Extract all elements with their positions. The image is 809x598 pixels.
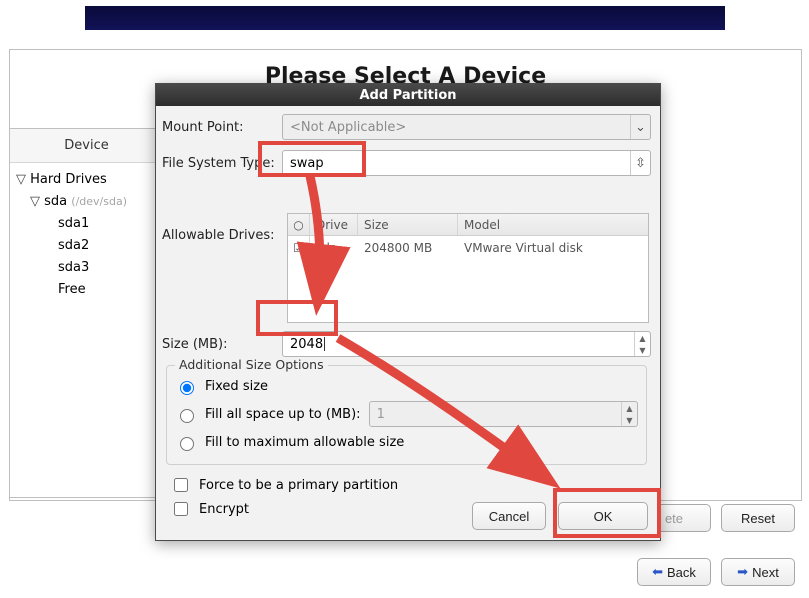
radio-fill-max[interactable]	[180, 437, 194, 451]
tree-root[interactable]: ▽ Hard Drives	[14, 169, 159, 191]
tree-label: sda	[44, 194, 67, 209]
col-drive: Drive	[310, 214, 358, 235]
text-caret	[324, 337, 325, 351]
dropdown-value: swap	[290, 156, 324, 171]
add-partition-dialog: Add Partition Mount Point: <Not Applicab…	[155, 83, 661, 541]
tree-devpath: (/dev/sda)	[71, 195, 127, 208]
mount-point-dropdown[interactable]: <Not Applicable> ⌄	[282, 114, 651, 140]
drives-header: ○ Drive Size Model	[288, 214, 648, 236]
device-tree: Device ▽ Hard Drives ▽ sda (/dev/sda) sd…	[9, 128, 164, 498]
tree-label: sda2	[58, 238, 89, 253]
size-options-fieldset: Additional Size Options Fixed size Fill …	[166, 365, 647, 465]
force-primary-option[interactable]: Force to be a primary partition	[162, 473, 651, 497]
tree-label: sda1	[58, 216, 89, 231]
checkbox-label: Force to be a primary partition	[199, 478, 398, 493]
radio-label: Fill to maximum allowable size	[205, 435, 404, 450]
chevron-down-icon: ⌄	[630, 115, 650, 139]
tree-disk[interactable]: ▽ sda (/dev/sda)	[14, 191, 159, 213]
tree-part[interactable]: sda2	[14, 235, 159, 257]
size-input[interactable]: 2048 ▲▼	[282, 331, 651, 357]
ok-button[interactable]: OK	[558, 502, 648, 530]
col-size: Size	[358, 214, 458, 235]
tree-part[interactable]: sda3	[14, 257, 159, 279]
fieldset-legend: Additional Size Options	[175, 357, 328, 372]
fs-type-dropdown[interactable]: swap ⇳	[282, 150, 651, 176]
radio-label: Fill all space up to (MB):	[205, 407, 361, 422]
size-option-fill-max[interactable]: Fill to maximum allowable size	[175, 428, 638, 456]
size-option-fill-upto[interactable]: Fill all space up to (MB): 1 ▲▼	[175, 400, 638, 428]
cancel-button[interactable]: Cancel	[472, 502, 546, 530]
chevron-down-icon: ▽	[16, 171, 26, 189]
tree-part[interactable]: sda1	[14, 213, 159, 235]
tree-label: Free	[58, 282, 86, 297]
reset-button[interactable]: Reset	[721, 504, 795, 532]
checkbox-label: Encrypt	[199, 502, 249, 517]
tree-label: sda3	[58, 260, 89, 275]
mount-point-label: Mount Point:	[162, 120, 282, 135]
col-model: Model	[458, 214, 648, 235]
size-label: Size (MB):	[162, 337, 282, 352]
dropdown-value: <Not Applicable>	[290, 120, 406, 135]
back-button[interactable]: ⬅ Back	[637, 558, 711, 586]
radio-fill-upto[interactable]	[180, 409, 194, 423]
tree-label: Hard Drives	[30, 172, 107, 187]
tree-free[interactable]: Free	[14, 279, 159, 301]
installer-banner	[85, 6, 725, 30]
drive-checkbox[interactable]: ☑	[288, 236, 310, 260]
updown-icon: ⇳	[630, 151, 650, 175]
spinner-buttons[interactable]: ▲▼	[634, 332, 650, 356]
device-tree-header: Device	[10, 129, 163, 163]
spinner-buttons: ▲▼	[621, 402, 637, 426]
next-button[interactable]: ➡ Next	[721, 558, 795, 586]
radio-fixed[interactable]	[180, 381, 194, 395]
arrow-left-icon: ⬅	[652, 564, 663, 580]
col-check: ○	[288, 214, 310, 235]
radio-label: Fixed size	[205, 379, 268, 394]
checkbox-encrypt[interactable]	[174, 502, 188, 516]
dialog-title: Add Partition	[156, 84, 660, 106]
input-value: 1	[377, 407, 385, 422]
button-label: Next	[752, 565, 779, 580]
drive-row[interactable]: ☑ sda 204800 MB VMware Virtual disk	[288, 236, 648, 260]
drive-name: sda	[310, 236, 358, 260]
drive-size: 204800 MB	[358, 236, 458, 260]
chevron-down-icon: ▽	[30, 193, 40, 211]
arrow-right-icon: ➡	[737, 564, 748, 580]
allowable-drives-label: Allowable Drives:	[162, 184, 282, 243]
checkbox-force-primary[interactable]	[174, 478, 188, 492]
size-option-fixed[interactable]: Fixed size	[175, 372, 638, 400]
allowable-drives-list[interactable]: ○ Drive Size Model ☑ sda 204800 MB VMwar…	[287, 213, 649, 323]
fill-upto-input: 1 ▲▼	[369, 401, 638, 427]
fs-type-label: File System Type:	[162, 156, 282, 171]
input-value: 2048	[290, 337, 323, 352]
drive-model: VMware Virtual disk	[458, 236, 648, 260]
button-label: Back	[667, 565, 696, 580]
